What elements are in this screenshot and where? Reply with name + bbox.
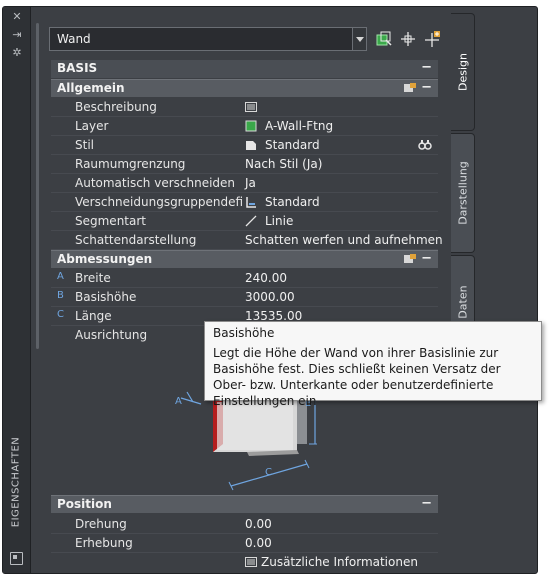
- properties-palette: ✕ ⇥ ✲ EIGENSCHAFTEN Wand BASIS − Allgeme…: [2, 6, 538, 574]
- quick-properties-icon[interactable]: [404, 83, 416, 94]
- toggle-pickadd-icon[interactable]: [423, 30, 441, 48]
- section-position[interactable]: Position −: [51, 495, 438, 513]
- select-objects-icon[interactable]: [399, 30, 417, 48]
- property-row-beschreibung[interactable]: Beschreibung: [51, 98, 438, 117]
- collapse-icon[interactable]: −: [421, 496, 432, 511]
- diagram-label-a: A: [175, 396, 182, 407]
- edit-description-icon[interactable]: [245, 101, 257, 113]
- property-row-basishoehe[interactable]: B Basishöhe 3000.00: [51, 288, 438, 307]
- palette-titlebar[interactable]: ✕ ⇥ ✲ EIGENSCHAFTEN: [3, 7, 31, 573]
- object-type-select[interactable]: Wand: [49, 27, 367, 51]
- section-abmessungen[interactable]: Abmessungen −: [51, 250, 438, 268]
- property-row-segmentart[interactable]: Segmentart Linie: [51, 212, 438, 231]
- browse-styles-icon[interactable]: [418, 139, 432, 151]
- additional-info-icon[interactable]: [245, 556, 257, 568]
- property-row-stil[interactable]: Stil Standard: [51, 136, 438, 155]
- cleanup-group-icon: [246, 197, 256, 208]
- diagram-label-c: C: [265, 467, 272, 478]
- selection-toolbar: Wand: [49, 27, 449, 51]
- scroll-grip[interactable]: [36, 23, 39, 349]
- tab-design[interactable]: Design: [451, 13, 475, 131]
- settings-gear-icon[interactable]: ✲: [11, 47, 23, 59]
- section-basis[interactable]: BASIS −: [51, 60, 438, 78]
- tooltip-title: Basishöhe: [213, 326, 275, 340]
- collapse-icon[interactable]: −: [421, 251, 432, 266]
- close-icon[interactable]: ✕: [11, 11, 23, 23]
- property-tooltip: Basishöhe Legt die Höhe der Wand von ihr…: [204, 321, 542, 408]
- property-row-breite[interactable]: A Breite 240.00: [51, 269, 438, 288]
- collapse-icon[interactable]: −: [421, 80, 432, 95]
- collapse-icon[interactable]: −: [421, 60, 432, 75]
- property-row-schattendarstellung[interactable]: Schattendarstellung Schatten werfen und …: [51, 231, 443, 250]
- palette-tabs: Design Darstellung erte Daten: [451, 13, 475, 573]
- autohide-icon[interactable]: ⇥: [11, 29, 23, 41]
- section-allgemein[interactable]: Allgemein −: [51, 79, 438, 97]
- property-row-drehung[interactable]: Drehung 0.00: [51, 515, 438, 534]
- quick-select-icon[interactable]: [375, 30, 393, 48]
- tab-darstellung[interactable]: Darstellung: [451, 133, 475, 253]
- property-row-automatisch-verschneiden[interactable]: Automatisch verschneiden Ja: [51, 174, 438, 193]
- property-row-layer[interactable]: Layer A-Wall-Ftng: [51, 117, 438, 136]
- property-row-zusaetzliche-informationen[interactable]: Zusätzliche Informationen: [51, 553, 438, 572]
- tooltip-body: Legt die Höhe der Wand von ihrer Basisli…: [213, 346, 501, 408]
- line-segment-icon: [245, 215, 257, 227]
- property-row-erhebung[interactable]: Erhebung 0.00: [51, 534, 438, 553]
- chevron-down-icon[interactable]: [352, 28, 366, 50]
- quick-properties-icon[interactable]: [404, 254, 416, 265]
- style-icon: [246, 141, 256, 150]
- property-row-verschneidungsgruppe[interactable]: Verschneidungsgruppendefi... Standard: [51, 193, 438, 212]
- palette-title: EIGENSCHAFTEN: [10, 436, 22, 528]
- layer-color-swatch: [245, 120, 257, 132]
- property-row-raumumgrenzung[interactable]: Raumumgrenzung Nach Stil (Ja): [51, 155, 438, 174]
- palette-menu-icon[interactable]: [10, 552, 23, 565]
